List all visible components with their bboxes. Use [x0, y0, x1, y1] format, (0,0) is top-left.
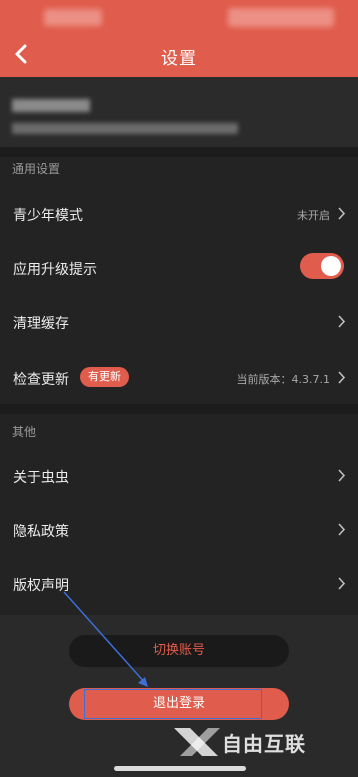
logout-button[interactable]: 退出登录: [69, 688, 289, 720]
profile-card[interactable]: [0, 77, 358, 147]
upgrade-prompt-toggle[interactable]: [300, 253, 344, 279]
profile-name-blurred: [12, 99, 90, 112]
chevron-right-icon: [338, 523, 346, 536]
row-about[interactable]: 关于虫虫: [0, 449, 358, 503]
status-bar-blurred-left: [44, 9, 102, 26]
section-divider: [0, 404, 358, 414]
update-available-badge: 有更新: [80, 367, 129, 387]
current-version: 当前版本：4.3.7.1: [236, 373, 330, 386]
chevron-right-icon: [338, 315, 346, 328]
app-header: 设置: [0, 0, 358, 77]
chevron-right-icon: [338, 469, 346, 482]
row-label: 关于虫虫: [13, 470, 69, 486]
row-label: 版权声明: [13, 578, 69, 594]
watermark-text: 自由互联: [222, 732, 306, 756]
home-indicator: [114, 766, 246, 771]
row-label: 青少年模式: [13, 208, 83, 224]
row-label: 隐私政策: [13, 524, 69, 540]
profile-info-blurred: [12, 123, 238, 134]
row-label: 检查更新: [13, 372, 69, 388]
section-label-other: 其他: [12, 425, 37, 439]
row-youth-mode[interactable]: 青少年模式 未开启: [0, 187, 358, 241]
switch-account-button[interactable]: 切换账号: [69, 635, 289, 667]
chevron-right-icon: [338, 207, 346, 220]
row-copyright[interactable]: 版权声明: [0, 557, 358, 611]
row-check-update[interactable]: 检查更新 当前版本：4.3.7.1: [0, 351, 358, 405]
row-privacy-policy[interactable]: 隐私政策: [0, 503, 358, 557]
row-label: 清理缓存: [13, 316, 69, 332]
chevron-right-icon: [338, 577, 346, 590]
page-title: 设置: [161, 49, 197, 69]
section-label-general: 通用设置: [12, 162, 61, 176]
row-value: 未开启: [297, 209, 330, 222]
chevron-right-icon: [338, 371, 346, 384]
status-bar-blurred-right: [228, 8, 334, 27]
toggle-knob: [321, 256, 341, 276]
row-label: 应用升级提示: [13, 262, 97, 278]
section-divider: [0, 147, 358, 157]
row-clear-cache[interactable]: 清理缓存: [0, 295, 358, 349]
